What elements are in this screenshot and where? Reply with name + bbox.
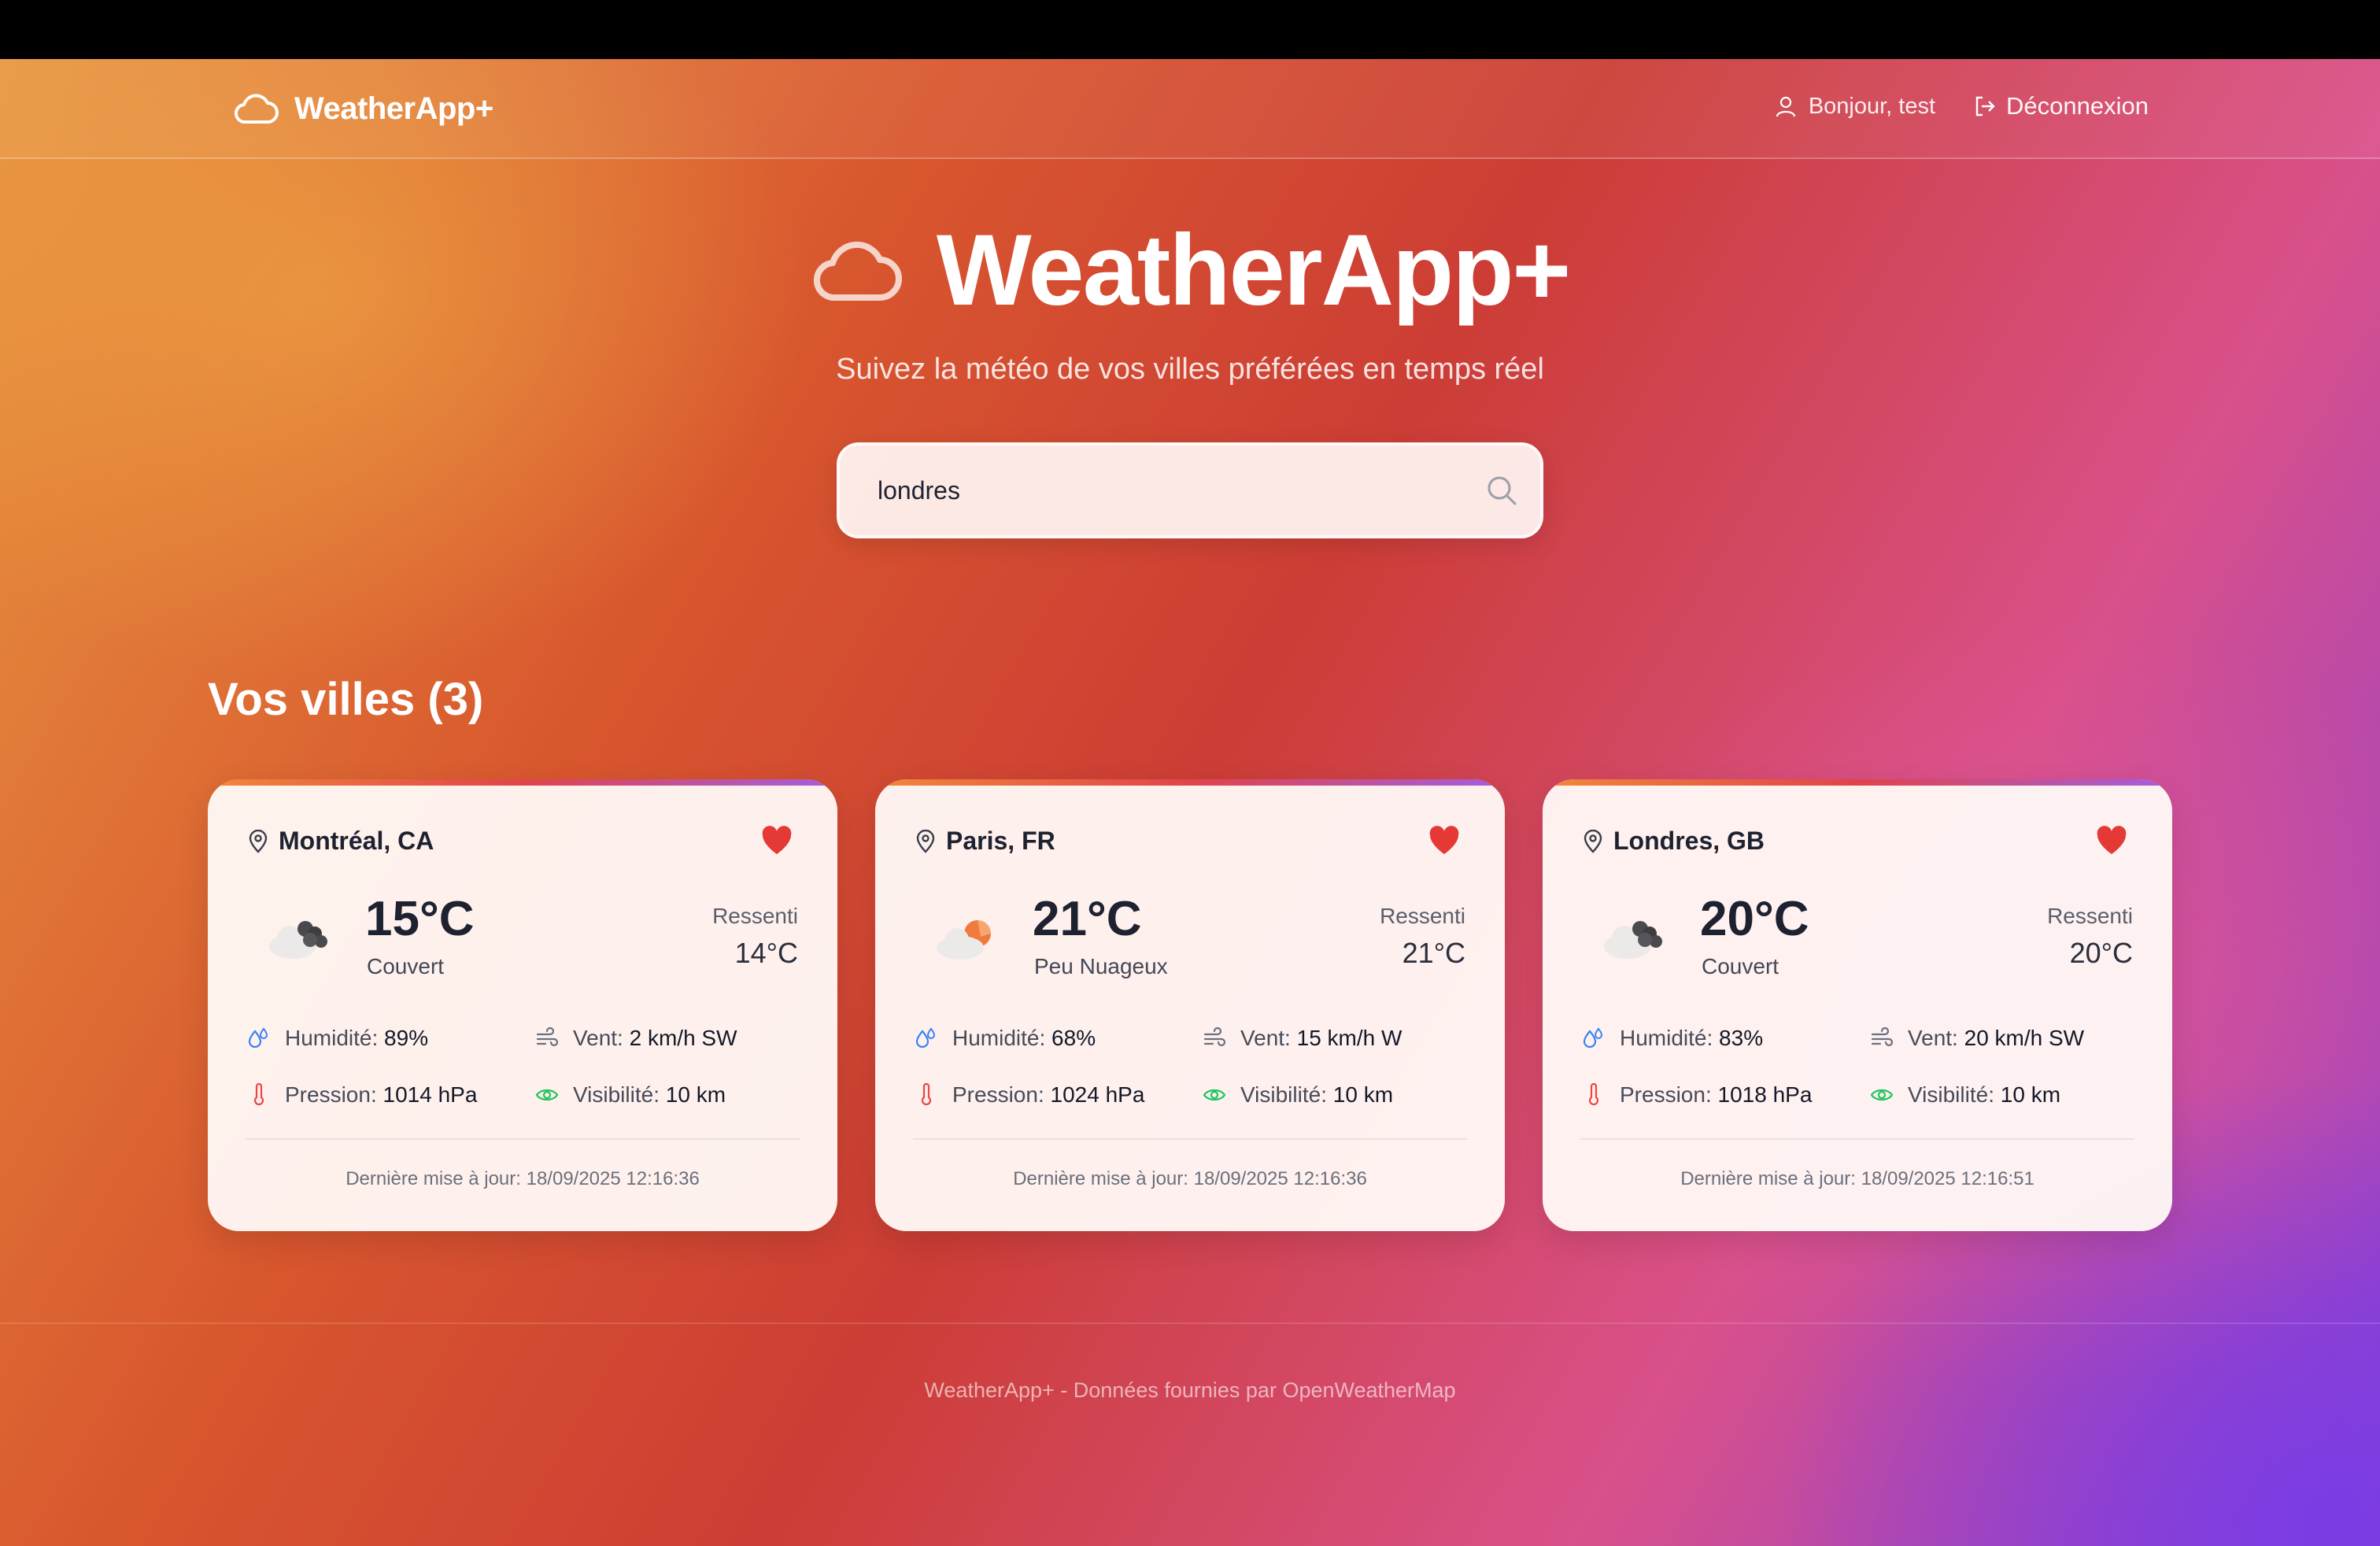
city-name: Montréal, CA xyxy=(247,827,434,856)
visibility-stat: Visibilité: 10 km xyxy=(1870,1082,2060,1108)
city-label: Londres, GB xyxy=(1613,827,1765,855)
city-name: Paris, FR xyxy=(915,827,1055,856)
pressure-value: 1014 hPa xyxy=(382,1082,478,1107)
hero-title-text: WeatherApp+ xyxy=(936,214,1571,327)
visibility-stat: Visibilité: 10 km xyxy=(1203,1082,1393,1108)
search-icon[interactable] xyxy=(1485,474,1518,507)
user-greeting: Bonjour, test xyxy=(1774,94,1935,120)
app-root: WeatherApp+ Bonjour, test Déconnexion We… xyxy=(0,59,2380,1546)
cloud-icon xyxy=(234,94,279,124)
wind-icon xyxy=(1203,1026,1226,1047)
wind-value: 2 km/h SW xyxy=(629,1026,737,1050)
top-black-bar xyxy=(0,0,2380,59)
card-divider xyxy=(1580,1138,2134,1140)
last-updated: Dernière mise à jour: 18/09/2025 12:16:3… xyxy=(1013,1168,1367,1189)
header: WeatherApp+ Bonjour, test Déconnexion xyxy=(0,59,2380,159)
brand[interactable]: WeatherApp+ xyxy=(233,91,493,127)
brand-name: WeatherApp+ xyxy=(294,91,493,126)
wind-stat: Vent: 15 km/h W xyxy=(1203,1026,1402,1051)
city-card[interactable]: Paris, FR 21°C Peu Nuageux Ressenti 21°C… xyxy=(875,779,1505,1231)
user-area: Bonjour, test Déconnexion xyxy=(1774,92,2149,120)
city-label: Paris, FR xyxy=(946,827,1055,855)
eye-icon xyxy=(1870,1089,1894,1101)
humidity-value: 89% xyxy=(384,1026,429,1050)
humidity-stat: Humidité: 89% xyxy=(247,1026,428,1051)
location-pin-icon xyxy=(916,829,935,853)
wind-value: 20 km/h SW xyxy=(1964,1026,2085,1050)
feels-like-label: Ressenti xyxy=(2047,904,2133,928)
city-label: Montréal, CA xyxy=(279,827,434,855)
thermometer-icon xyxy=(253,1083,264,1106)
humidity-value: 83% xyxy=(1719,1026,1764,1050)
cloud-icon xyxy=(813,241,902,301)
hero-subtitle: Suivez la météo de vos villes préférées … xyxy=(836,353,1544,386)
city-card[interactable]: Londres, GB 20°C Couvert Ressenti 20°C H… xyxy=(1543,779,2172,1231)
location-pin-icon xyxy=(1584,829,1602,853)
location-pin-icon xyxy=(249,829,268,853)
pressure-stat: Pression: 1018 hPa xyxy=(1582,1082,1812,1108)
logout-label: Déconnexion xyxy=(2006,92,2149,120)
temperature: 20°C xyxy=(1700,892,1809,946)
humidity-stat: Humidité: 68% xyxy=(915,1026,1096,1051)
overcast-cloud-icon xyxy=(269,921,327,959)
humidity-icon xyxy=(915,1027,936,1049)
hero-title: WeatherApp+ xyxy=(0,213,2380,328)
pressure-value: 1018 hPa xyxy=(1717,1082,1813,1107)
pressure-stat: Pression: 1014 hPa xyxy=(247,1082,477,1108)
last-updated: Dernière mise à jour: 18/09/2025 12:16:5… xyxy=(1680,1168,2034,1189)
humidity-stat: Humidité: 83% xyxy=(1582,1026,1763,1051)
greeting-text: Bonjour, test xyxy=(1808,93,1936,119)
visibility-value: 10 km xyxy=(665,1082,726,1107)
eye-icon xyxy=(1203,1089,1226,1101)
humidity-value: 68% xyxy=(1051,1026,1096,1050)
search-input[interactable] xyxy=(878,446,1444,535)
logout-button[interactable]: Déconnexion xyxy=(1973,92,2149,120)
weather-description: Couvert xyxy=(1702,954,1779,978)
card-accent-bar xyxy=(208,779,837,786)
humidity-icon xyxy=(1583,1027,1603,1049)
section-title: Vos villes (3) xyxy=(208,674,484,725)
humidity-icon xyxy=(248,1027,268,1049)
wind-icon xyxy=(1871,1026,1894,1047)
feels-like-label: Ressenti xyxy=(712,904,798,928)
weather-description: Peu Nuageux xyxy=(1034,954,1168,978)
pressure-value: 1024 hPa xyxy=(1050,1082,1145,1107)
footer-divider xyxy=(0,1322,2380,1324)
wind-value: 15 km/h W xyxy=(1296,1026,1402,1050)
feels-like-label: Ressenti xyxy=(1380,904,1465,928)
feels-like-value: 20°C xyxy=(2069,937,2133,969)
wind-icon xyxy=(536,1026,559,1047)
pressure-stat: Pression: 1024 hPa xyxy=(915,1082,1144,1108)
visibility-value: 10 km xyxy=(2000,1082,2061,1107)
overcast-cloud-icon xyxy=(1604,921,1662,959)
temperature: 15°C xyxy=(365,892,475,946)
thermometer-icon xyxy=(921,1083,932,1106)
favorite-heart-icon[interactable] xyxy=(760,825,793,856)
card-accent-bar xyxy=(1543,779,2172,786)
feels-like-value: 21°C xyxy=(1402,937,1465,969)
thermometer-icon xyxy=(1588,1083,1599,1106)
card-accent-bar xyxy=(875,779,1505,786)
user-icon xyxy=(1776,96,1795,117)
wind-stat: Vent: 20 km/h SW xyxy=(1870,1026,2084,1051)
eye-icon xyxy=(535,1089,559,1101)
wind-stat: Vent: 2 km/h SW xyxy=(535,1026,737,1051)
footer-text: WeatherApp+ - Données fournies par OpenW… xyxy=(924,1378,1456,1402)
favorite-heart-icon[interactable] xyxy=(1428,825,1461,856)
visibility-stat: Visibilité: 10 km xyxy=(535,1082,726,1108)
visibility-value: 10 km xyxy=(1332,1082,1394,1107)
card-divider xyxy=(913,1138,1467,1140)
city-card[interactable]: Montréal, CA 15°C Couvert Ressenti 14°C … xyxy=(208,779,837,1231)
feels-like-value: 14°C xyxy=(734,937,798,969)
favorite-heart-icon[interactable] xyxy=(2095,825,2128,856)
last-updated: Dernière mise à jour: 18/09/2025 12:16:3… xyxy=(346,1168,700,1189)
temperature: 21°C xyxy=(1033,892,1142,946)
search-box xyxy=(837,442,1543,538)
weather-description: Couvert xyxy=(367,954,445,978)
partly-cloudy-icon xyxy=(937,920,991,960)
city-name: Londres, GB xyxy=(1582,827,1765,856)
card-divider xyxy=(246,1138,800,1140)
logout-icon xyxy=(1975,96,1995,117)
